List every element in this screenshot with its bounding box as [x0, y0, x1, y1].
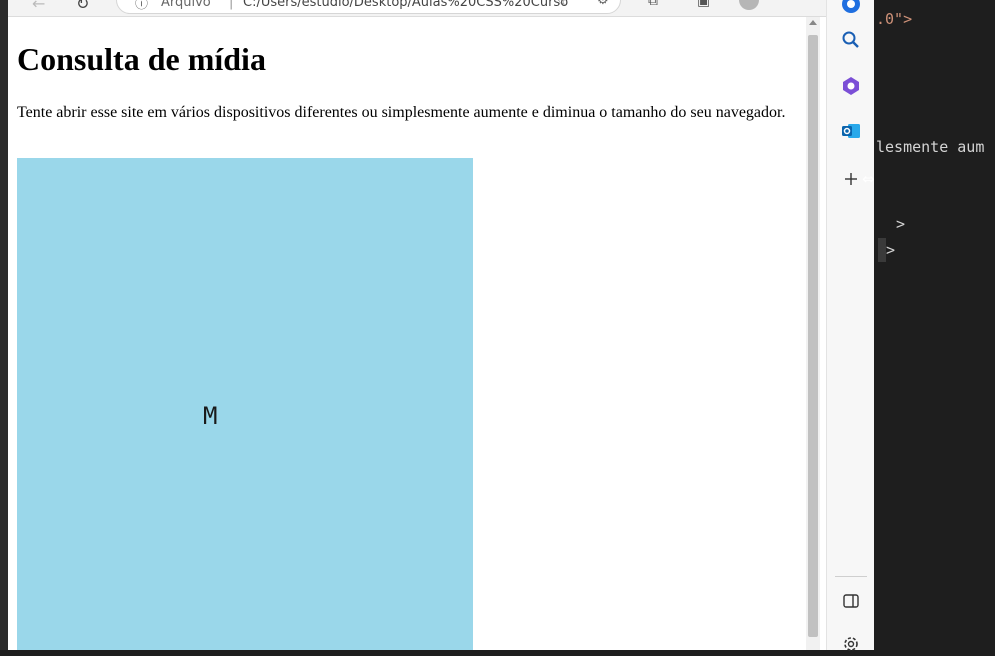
outlook-icon[interactable] [839, 119, 863, 143]
web-page-content: Consulta de mídia Tente abrir esse site … [8, 17, 806, 650]
page-title: Consulta de mídia [17, 41, 266, 77]
page-paragraph: Tente abrir esse site em vários disposit… [17, 104, 786, 121]
address-separator: | [229, 0, 234, 10]
split-screen-icon[interactable]: ⧉ [648, 0, 658, 9]
code-line-3: > [896, 215, 906, 233]
refresh-icon[interactable]: ↻ [76, 0, 89, 13]
collections-icon[interactable]: ▣ [697, 0, 710, 9]
scroll-up-arrow-icon[interactable] [809, 20, 817, 25]
profile-avatar[interactable] [739, 0, 759, 10]
sidebar-toggle-icon[interactable] [839, 589, 863, 613]
code-line-4: > [886, 241, 896, 259]
browser-window: ← ↻ ⓘ Arquivo | C:/Users/estudio/Desktop… [8, 0, 874, 650]
settings-icon[interactable] [839, 632, 863, 656]
address-url[interactable]: C:/Users/estudio/Desktop/Aulas%20CSS%20C… [243, 0, 568, 10]
resize-cursor-icon: ⇔ [862, 170, 875, 188]
browser-toolbar: ← ↻ ⓘ Arquivo | C:/Users/estudio/Desktop… [8, 0, 874, 17]
address-protocol: Arquivo [161, 0, 211, 10]
address-bar[interactable]: ⓘ Arquivo | C:/Users/estudio/Desktop/Aul… [116, 0, 621, 14]
code-line-highlight [878, 238, 886, 262]
search-icon[interactable] [839, 28, 863, 52]
copilot-icon[interactable] [839, 0, 863, 16]
scroll-thumb[interactable] [808, 35, 818, 637]
page-scrollbar[interactable] [806, 17, 820, 650]
info-icon[interactable]: ⓘ [135, 0, 148, 12]
extension-icon[interactable]: ⚙ [597, 0, 609, 8]
favorite-icon[interactable]: ☆ [555, 0, 568, 9]
office-icon[interactable] [839, 74, 863, 98]
code-line-2: lesmente aum [876, 138, 985, 156]
sidebar-divider [835, 576, 867, 577]
add-icon[interactable] [839, 167, 863, 191]
back-icon[interactable]: ← [32, 0, 45, 13]
code-editor-panel: .0"> lesmente aum > > [874, 0, 995, 650]
edge-sidebar [826, 0, 875, 651]
window-left-edge [0, 0, 8, 650]
media-query-box: M [17, 158, 473, 650]
code-line-1: .0"> [876, 10, 913, 28]
box-letter: M [203, 402, 218, 430]
